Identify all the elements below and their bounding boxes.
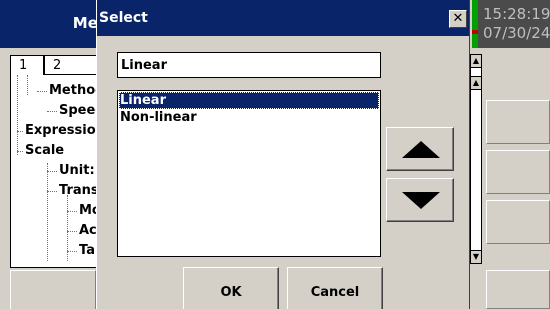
move-down-button[interactable]: [386, 178, 454, 222]
tree-connector: [47, 163, 48, 261]
cancel-button[interactable]: Cancel: [287, 267, 383, 309]
tree-item-speed[interactable]: Speed: [59, 103, 99, 118]
tree-connector: [47, 171, 57, 172]
option-non-linear[interactable]: Non-linear: [119, 109, 379, 126]
tree-item-ac[interactable]: Ac: [79, 223, 97, 238]
selected-value-field[interactable]: Linear: [117, 52, 381, 78]
tree-item-ta[interactable]: Ta: [79, 243, 95, 258]
tree-item-scale[interactable]: Scale: [25, 143, 64, 158]
scroll-up-button-2[interactable]: ▲: [470, 76, 482, 90]
tree-connector: [67, 211, 77, 212]
tree-item-method[interactable]: Method: [49, 83, 99, 98]
select-dialog: Select ✕ Linear Linear Non-linear OK Can…: [96, 0, 470, 309]
tree-item-transform[interactable]: Transform: [59, 183, 99, 198]
move-up-button[interactable]: [386, 127, 454, 171]
side-button-2[interactable]: [486, 150, 550, 194]
ok-button[interactable]: OK: [183, 267, 279, 309]
tree-connector: [47, 111, 57, 112]
tree-item-unit[interactable]: Unit:: [59, 163, 95, 178]
close-icon: ✕: [452, 11, 464, 26]
settings-tree: Method Speed Expression Scale Unit: Tran…: [10, 74, 100, 268]
scroll-down-button[interactable]: ▼: [470, 250, 482, 264]
tree-connector: [17, 151, 23, 152]
options-list[interactable]: Linear Non-linear: [117, 90, 381, 257]
arrow-down-icon: [402, 192, 440, 209]
side-button-3[interactable]: [486, 200, 550, 244]
dialog-title: Select: [99, 10, 148, 26]
arrow-up-icon: [402, 141, 440, 158]
clock-date: 07/30/24: [483, 24, 550, 42]
tree-connector: [67, 251, 77, 252]
tree-connector: [37, 91, 47, 92]
side-button-4[interactable]: [486, 270, 550, 309]
tree-connector: [27, 75, 28, 95]
tree-connector: [47, 191, 57, 192]
tree-connector: [17, 131, 23, 132]
close-button[interactable]: ✕: [449, 10, 467, 28]
side-button-1[interactable]: [486, 100, 550, 144]
bottom-left-button[interactable]: [10, 270, 96, 309]
dialog-titlebar: Select ✕: [97, 0, 469, 36]
tree-connector: [17, 75, 18, 155]
tree-connector: [67, 231, 77, 232]
tab-1[interactable]: 1: [10, 55, 44, 75]
tab-2[interactable]: 2: [44, 55, 100, 75]
scroll-up-button[interactable]: ▲: [470, 54, 482, 68]
clock-time: 15:28:19: [483, 5, 550, 23]
tree-item-expression[interactable]: Expression: [25, 123, 99, 138]
option-linear[interactable]: Linear: [119, 92, 379, 109]
